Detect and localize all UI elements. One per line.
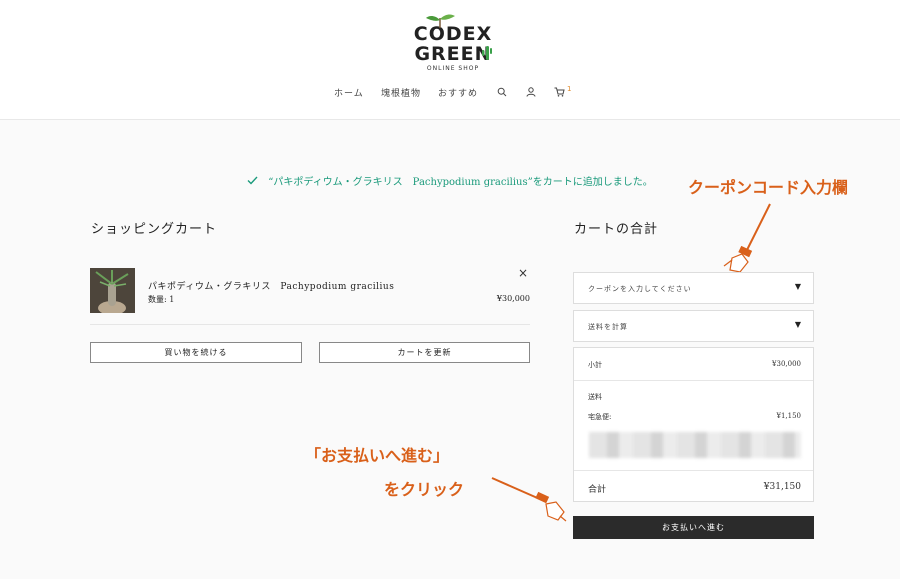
- nav-recommend[interactable]: おすすめ: [438, 86, 478, 99]
- nav-home[interactable]: ホーム: [334, 86, 364, 99]
- annotation-checkout-line1: 「お支払いへ進む」: [305, 446, 450, 465]
- pointing-hand-icon: [723, 203, 771, 273]
- cart-icon[interactable]: [554, 87, 565, 97]
- triangle-down-icon: ▼: [794, 282, 801, 291]
- pointing-hand-icon: [491, 477, 567, 522]
- site-logo[interactable]: CODEX GREEN ONLINE SHOP: [408, 14, 498, 72]
- blurred-address: [589, 432, 801, 458]
- nav-caudex[interactable]: 塊根植物: [381, 86, 421, 99]
- cart-divider: [90, 324, 530, 325]
- cart-count-badge: 1: [567, 85, 572, 93]
- search-icon[interactable]: [497, 87, 507, 97]
- continue-shopping-button[interactable]: 買い物を続ける: [90, 342, 302, 363]
- shipping-method[interactable]: 宅急便:: [588, 412, 611, 422]
- row-divider: [574, 380, 813, 381]
- user-icon[interactable]: [526, 87, 536, 97]
- total-label: 合計: [588, 485, 607, 495]
- main-nav: ホーム 塊根植物 おすすめ: [0, 86, 900, 102]
- subtotal-value: ¥30,000: [772, 360, 801, 368]
- cart-item-price: ¥30,000: [496, 294, 530, 303]
- shipping-calc-accordion[interactable]: 送料を計算 ▼: [573, 310, 814, 342]
- shipping-value: ¥1,150: [776, 412, 802, 420]
- cart-title: ショッピングカート: [91, 222, 218, 237]
- update-cart-button[interactable]: カートを更新: [319, 342, 530, 363]
- totals-table: 小計 ¥30,000 送料 宅急便: ¥1,150 合計 ¥31,150: [573, 347, 814, 502]
- coupon-label: クーポンを入力してください: [588, 285, 692, 293]
- cart-totals-title: カートの合計: [574, 222, 659, 237]
- annotation-coupon: クーポンコード入力欄: [688, 178, 849, 197]
- product-thumbnail[interactable]: [90, 268, 135, 313]
- notice-text: “パキポディウム・グラキリス Pachypodium gracilius”をカー…: [268, 177, 653, 188]
- shipping-calc-label: 送料を計算: [588, 323, 628, 331]
- total-value: ¥31,150: [763, 482, 801, 492]
- sprout-icon: [426, 14, 455, 28]
- shipping-label: 送料: [588, 393, 602, 401]
- remove-item-button[interactable]: ×: [518, 266, 528, 280]
- check-icon: [247, 176, 258, 188]
- row-divider: [574, 470, 813, 471]
- site-header: CODEX GREEN ONLINE SHOP ホーム 塊根植物 おすすめ 1: [0, 0, 900, 120]
- cart-item-name[interactable]: パキポディウム・グラキリス Pachypodium gracilius: [148, 279, 394, 292]
- coupon-accordion[interactable]: クーポンを入力してください ▼: [573, 272, 814, 304]
- triangle-down-icon: ▼: [794, 320, 801, 329]
- subtotal-label: 小計: [588, 361, 602, 369]
- proceed-to-checkout-button[interactable]: お支払いへ進む: [573, 516, 814, 539]
- annotation-checkout-line2: をクリック: [384, 480, 465, 499]
- logo-line3: ONLINE SHOP: [426, 65, 480, 72]
- cactus-icon: [482, 46, 492, 60]
- cart-item-qty: 数量: 1: [148, 295, 175, 304]
